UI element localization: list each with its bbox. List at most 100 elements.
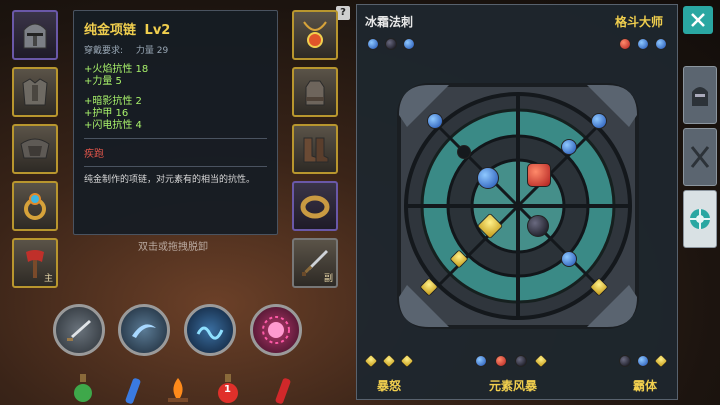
red-vial-icon xyxy=(275,378,291,404)
help-badge[interactable]: ? xyxy=(336,6,350,20)
blue-gem-icon xyxy=(637,38,649,50)
black-gem-icon xyxy=(515,355,527,367)
stat-group-a: +火焰抗性 18 +力量 5 xyxy=(84,64,267,88)
equip-slot-necklace[interactable] xyxy=(292,10,338,60)
off-hand-tag: 副 xyxy=(323,274,333,284)
blue-gem-icon xyxy=(655,38,667,50)
item-name: 纯金项链 xyxy=(84,23,137,38)
close-icon xyxy=(691,13,705,27)
whirlwind-icon xyxy=(132,324,156,338)
blue-gem-icon xyxy=(403,38,415,50)
equip-slot-gloves[interactable] xyxy=(292,67,338,117)
shoulder-armor-icon xyxy=(20,138,50,159)
bracelet-icon xyxy=(300,195,330,219)
black-gem-icon xyxy=(619,355,631,367)
campfire-icon xyxy=(168,378,188,402)
stat-group-b: +暗影抗性 2 +护甲 16 +闪电抗性 4 xyxy=(84,96,267,132)
socket-blue[interactable] xyxy=(561,251,577,267)
set-title-storm: 元素风暴 xyxy=(489,379,538,393)
gold-gem-icon xyxy=(399,353,415,369)
rune-board[interactable] xyxy=(377,61,659,351)
tab-weapons[interactable] xyxy=(683,128,717,186)
chest-armor-icon xyxy=(22,78,48,106)
set-title-rage: 暴怒 xyxy=(377,379,402,393)
divider xyxy=(84,138,267,139)
equip-slot-chest[interactable] xyxy=(12,67,58,117)
item-tooltip: 纯金项链 Lv2 穿戴要求: 力量 29 +火焰抗性 18 +力量 5 +暗影抗… xyxy=(73,10,278,235)
potion-red-vial[interactable] xyxy=(263,372,303,404)
gold-gem-icon xyxy=(363,353,379,369)
gold-gem-icon xyxy=(533,353,549,369)
tab-helmet[interactable] xyxy=(683,66,717,124)
gold-gem-icon xyxy=(653,353,669,369)
set-gems-rage xyxy=(363,353,425,369)
socket-blue[interactable] xyxy=(561,139,577,155)
item-special-tag: 疾跑 xyxy=(84,149,104,160)
skill-burst[interactable] xyxy=(250,304,302,356)
potion-blue[interactable] xyxy=(113,372,153,404)
blue-gem-icon xyxy=(637,355,649,367)
set-gems-frost xyxy=(367,38,417,52)
socket-empty[interactable] xyxy=(457,145,471,159)
ring-icon xyxy=(24,193,46,220)
helmet-icon xyxy=(23,23,47,49)
unequip-hint: 双击或拖拽脱卸 xyxy=(138,242,208,253)
potion-red[interactable]: 1 xyxy=(208,372,248,404)
equip-slot-ring[interactable] xyxy=(12,181,58,231)
skill-wave[interactable] xyxy=(184,304,236,356)
red-gem-icon xyxy=(619,38,631,50)
close-button[interactable] xyxy=(683,6,713,34)
help-icon: ? xyxy=(340,7,346,18)
set-gems-storm xyxy=(475,353,555,369)
equip-slot-shoulder[interactable] xyxy=(12,124,58,174)
set-title-tough: 霸体 xyxy=(633,379,658,393)
burst-icon xyxy=(262,316,290,344)
stat-line: +闪电抗性 4 xyxy=(84,120,142,131)
skill-slash[interactable] xyxy=(53,304,105,356)
socket-blue[interactable] xyxy=(591,113,607,129)
equip-slot-bracelet[interactable] xyxy=(292,181,338,231)
socket-red-core[interactable] xyxy=(527,163,551,187)
campfire[interactable] xyxy=(158,372,198,404)
socket-blue-core[interactable] xyxy=(477,167,499,189)
divider xyxy=(84,166,267,167)
necklace-icon xyxy=(303,21,327,48)
set-gems-tough xyxy=(619,353,679,369)
boots-icon xyxy=(303,137,329,163)
stat-line: +力量 5 xyxy=(84,76,122,87)
equip-slot-weapon[interactable]: 主 xyxy=(12,238,58,288)
set-title-frost: 冰霜法刺 xyxy=(365,15,414,29)
crossed-swords-icon xyxy=(690,146,710,168)
set-title-fight: 格斗大师 xyxy=(615,15,664,29)
blue-vial-icon xyxy=(125,378,141,404)
gloves-icon xyxy=(305,80,325,106)
socket-blue[interactable] xyxy=(427,113,443,129)
requirement-value: 力量 29 xyxy=(135,46,169,56)
tab-runes[interactable] xyxy=(683,190,717,248)
rune-tab-icon xyxy=(690,209,710,229)
blue-gem-icon xyxy=(475,355,487,367)
rune-panel: 冰霜法刺 格斗大师 暴怒 元素风暴 霸体 xyxy=(356,4,678,400)
sword-slash-icon xyxy=(67,320,91,341)
set-gems-fight xyxy=(619,38,669,52)
equip-slot-boots[interactable] xyxy=(292,124,338,174)
potion-count: 1 xyxy=(224,384,231,395)
socket-black-core[interactable] xyxy=(527,215,549,237)
blue-gem-icon xyxy=(367,38,379,50)
stat-line: +火焰抗性 18 xyxy=(84,64,149,75)
equip-slot-helmet[interactable] xyxy=(12,10,58,60)
green-potion-icon xyxy=(74,374,92,402)
potion-green[interactable] xyxy=(63,372,103,404)
skill-whirl[interactable] xyxy=(118,304,170,356)
wave-icon xyxy=(196,326,224,340)
item-requirement: 穿戴要求: 力量 29 xyxy=(84,43,267,56)
gold-gem-icon xyxy=(381,353,397,369)
main-hand-tag: 主 xyxy=(43,274,53,284)
requirement-label: 穿戴要求: xyxy=(84,46,124,56)
item-title: 纯金项链 Lv2 xyxy=(84,19,267,38)
equip-slot-offhand[interactable]: 副 xyxy=(292,238,338,288)
item-level: Lv2 xyxy=(144,23,171,38)
helmet-tab-icon xyxy=(692,87,708,106)
black-gem-icon xyxy=(385,38,397,50)
item-description: 纯金制作的项链，对元素有的相当的抗性。 xyxy=(84,175,256,185)
